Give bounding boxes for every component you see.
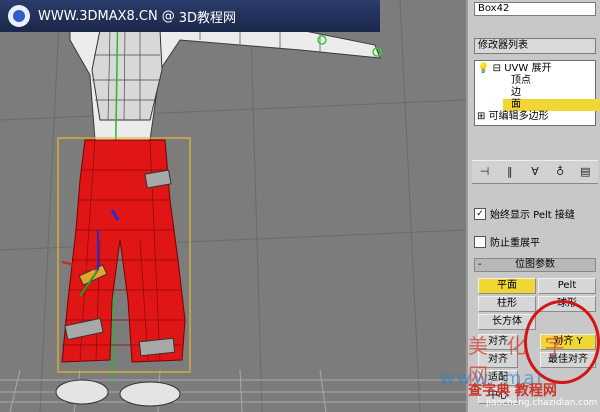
- stack-toolbar: ⊣ ‖ ∀ ♁ ▤: [472, 160, 598, 184]
- stack-item-label: 可编辑多边形: [488, 111, 549, 122]
- always-show-pelt-label: 始终显示 Pelt 接缝: [490, 210, 575, 221]
- modifier-list-dropdown[interactable]: 修改器列表: [474, 38, 596, 54]
- modifier-stack[interactable]: 💡 ⊟ UVW 展开 顶点 边 面 ⊞ 可编辑多边形: [474, 60, 600, 126]
- stack-item-vertex[interactable]: 顶点: [511, 75, 531, 87]
- prevent-reflatten-label: 防止重展平: [490, 238, 540, 249]
- stack-item-face[interactable]: 面: [503, 99, 600, 111]
- always-show-pelt-checkbox[interactable]: ✓: [474, 207, 486, 220]
- rollout-toggle-icon: -: [478, 259, 482, 270]
- stack-item-editable-poly[interactable]: ⊞ 可编辑多边形: [477, 111, 549, 123]
- stack-item-label: 顶点: [511, 75, 531, 86]
- watermark-site-name: 3D教程网: [178, 10, 237, 26]
- rollout-title: 位图参数: [515, 259, 555, 270]
- expand-icon[interactable]: ⊞: [477, 111, 485, 122]
- configure-icon[interactable]: ▤: [578, 165, 592, 179]
- cylindrical-button[interactable]: 柱形: [478, 296, 536, 312]
- watermark-bottom-text: 查字典 教程网: [468, 383, 557, 399]
- stack-item-edge[interactable]: 边: [511, 87, 521, 99]
- map-params-rollout[interactable]: - 位图参数: [474, 258, 596, 272]
- pin-stack-icon[interactable]: ⊣: [478, 165, 492, 179]
- viewport-scene: [0, 0, 466, 412]
- lightbulb-icon[interactable]: 💡: [477, 63, 489, 74]
- show-end-result-icon[interactable]: ‖: [503, 165, 517, 179]
- stack-item-label: 边: [511, 87, 521, 98]
- collapse-icon[interactable]: ⊟: [493, 63, 501, 74]
- perspective-viewport[interactable]: WWW.3DMAX8.CN @ 3D教程网: [0, 0, 466, 412]
- modifier-list-label: 修改器列表: [478, 40, 528, 51]
- watermark-banner: WWW.3DMAX8.CN @ 3D教程网: [0, 0, 380, 32]
- always-show-pelt-row[interactable]: ✓ 始终显示 Pelt 接缝: [474, 206, 575, 221]
- planar-button[interactable]: 平面: [478, 278, 536, 294]
- remove-modifier-icon[interactable]: ♁: [553, 165, 567, 179]
- stack-item-label: UVW 展开: [504, 63, 552, 74]
- make-unique-icon[interactable]: ∀: [528, 165, 542, 179]
- object-name-field[interactable]: Box42: [474, 2, 596, 16]
- prevent-reflatten-checkbox[interactable]: [474, 235, 486, 248]
- watermark-site-url: WWW.3DMAX8.CN: [38, 8, 158, 24]
- watermark-bottom-url: jiaocheng.chazidian.com: [486, 398, 598, 408]
- stack-item-uvw-unwrap[interactable]: 💡 ⊟ UVW 展开: [477, 63, 551, 75]
- stack-item-label: 面: [511, 99, 521, 110]
- prevent-reflatten-row[interactable]: 防止重展平: [474, 234, 540, 249]
- pelt-button[interactable]: Pelt: [538, 278, 596, 294]
- site-logo-icon: [8, 5, 30, 27]
- character-pants: [61, 139, 186, 363]
- watermark-separator: @: [161, 8, 175, 24]
